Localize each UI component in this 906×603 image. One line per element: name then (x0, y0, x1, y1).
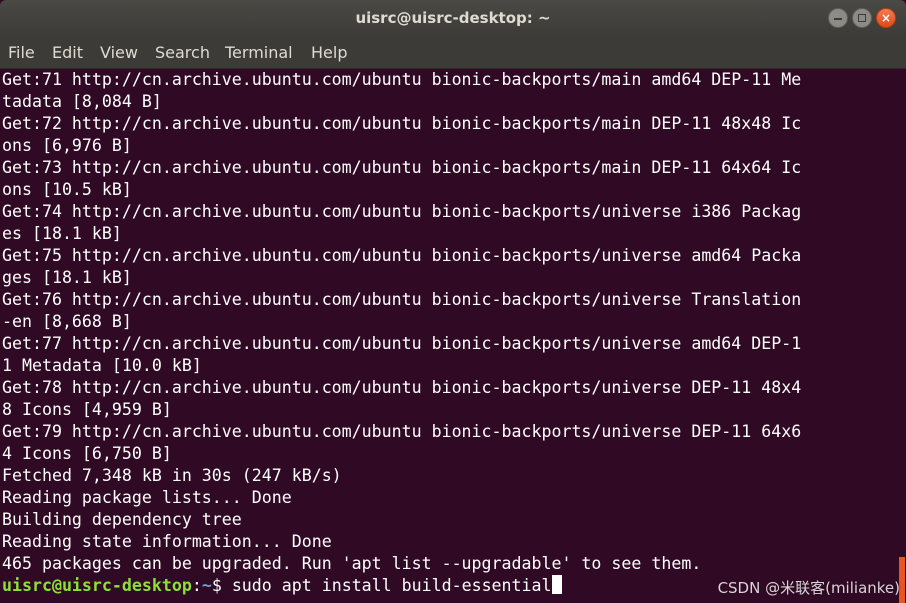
terminal-line: Get:71 http://cn.archive.ubuntu.com/ubun… (2, 70, 802, 89)
menu-terminal[interactable]: Terminal (225, 43, 293, 63)
maximize-icon[interactable] (852, 8, 872, 28)
terminal-line: -en [8,668 B] (2, 312, 132, 331)
window-title: uisrc@uisrc-desktop: ~ (355, 9, 551, 27)
menu-search[interactable]: Search (155, 43, 210, 63)
terminal-line: Get:77 http://cn.archive.ubuntu.com/ubun… (2, 334, 802, 353)
terminal-line: Get:73 http://cn.archive.ubuntu.com/ubun… (2, 158, 802, 177)
terminal-line: es [18.1 kB] (2, 224, 122, 243)
menu-file[interactable]: File (8, 43, 35, 63)
scrollbar[interactable] (898, 69, 906, 603)
terminal-line: Get:79 http://cn.archive.ubuntu.com/ubun… (2, 422, 802, 441)
terminal-line: ges [18.1 kB] (2, 268, 132, 287)
menu-help[interactable]: Help (311, 43, 347, 63)
menu-bar: File Edit View Search Terminal Help (0, 37, 906, 69)
prompt-symbol: $ (211, 576, 232, 595)
terminal-window: uisrc@uisrc-desktop: ~ × File Edit View … (0, 0, 906, 603)
prompt-line[interactable]: uisrc@uisrc-desktop:~$ sudo apt install … (2, 575, 562, 597)
terminal-line: Fetched 7,348 kB in 30s (247 kB/s) (2, 466, 342, 485)
terminal-output[interactable]: Get:71 http://cn.archive.ubuntu.com/ubun… (0, 69, 898, 603)
prompt-path: ~ (201, 576, 212, 595)
watermark: CSDN @米联客(milianke) (717, 579, 900, 597)
terminal-line: Get:76 http://cn.archive.ubuntu.com/ubun… (2, 290, 802, 309)
terminal-line: Get:74 http://cn.archive.ubuntu.com/ubun… (2, 202, 802, 221)
terminal-line: Get:75 http://cn.archive.ubuntu.com/ubun… (2, 246, 802, 265)
terminal-line: tadata [8,084 B] (2, 92, 162, 111)
terminal-line: Get:72 http://cn.archive.ubuntu.com/ubun… (2, 114, 802, 133)
terminal-line: 1 Metadata [10.0 kB] (2, 356, 202, 375)
terminal-line: Get:78 http://cn.archive.ubuntu.com/ubun… (2, 378, 802, 397)
terminal-line: ons [10.5 kB] (2, 180, 132, 199)
text-cursor (551, 575, 562, 594)
terminal-line: 465 packages can be upgraded. Run 'apt l… (2, 554, 702, 573)
terminal-line: Reading package lists... Done (2, 488, 292, 507)
terminal-line: 4 Icons [6,750 B] (2, 444, 172, 463)
terminal-line: Building dependency tree (2, 510, 242, 529)
menu-edit[interactable]: Edit (52, 43, 83, 63)
title-bar[interactable]: uisrc@uisrc-desktop: ~ × (0, 0, 906, 37)
prompt-separator: : (191, 576, 202, 595)
minimize-icon[interactable] (828, 8, 848, 28)
terminal-line: 8 Icons [4,959 B] (2, 400, 172, 419)
close-icon[interactable]: × (876, 8, 896, 28)
command-input[interactable]: sudo apt install build-essential (232, 576, 552, 595)
terminal-line: ons [6,976 B] (2, 136, 132, 155)
menu-view[interactable]: View (100, 43, 138, 63)
terminal-line: Reading state information... Done (2, 532, 332, 551)
prompt-user-host: uisrc@uisrc-desktop (2, 576, 192, 595)
